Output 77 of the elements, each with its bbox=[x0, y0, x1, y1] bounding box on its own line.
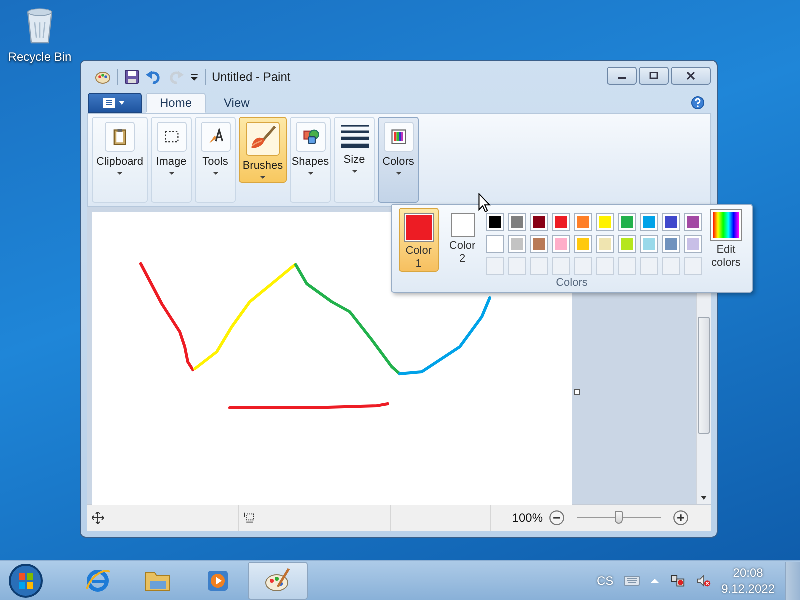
palette-color[interactable] bbox=[552, 213, 570, 231]
zoom-level: 100% bbox=[512, 511, 543, 525]
custom-color-slot[interactable] bbox=[662, 257, 680, 275]
ribbon-group-button[interactable]: Colors bbox=[378, 117, 419, 203]
close-button[interactable] bbox=[671, 67, 711, 85]
palette-color[interactable] bbox=[662, 235, 680, 253]
network-icon[interactable] bbox=[670, 574, 686, 588]
palette-color[interactable] bbox=[552, 235, 570, 253]
palette-color[interactable] bbox=[486, 235, 504, 253]
palette-color[interactable] bbox=[574, 235, 592, 253]
custom-color-slot[interactable] bbox=[552, 257, 570, 275]
color-slot-button[interactable]: Color 1 bbox=[399, 208, 439, 272]
ribbon-tab[interactable]: Home bbox=[146, 93, 206, 113]
shapes-icon bbox=[302, 128, 320, 146]
undo-icon[interactable] bbox=[146, 69, 162, 85]
ribbon-group-button[interactable]: Size bbox=[334, 117, 375, 203]
palette-icon[interactable] bbox=[95, 69, 111, 85]
ribbon-group-button[interactable]: Shapes bbox=[290, 117, 331, 203]
palette-color[interactable] bbox=[508, 235, 526, 253]
resize-handle[interactable] bbox=[574, 389, 580, 395]
custom-color-slot[interactable] bbox=[618, 257, 636, 275]
muted-speaker-icon[interactable] bbox=[696, 574, 712, 588]
ribbon-group-button[interactable]: Tools bbox=[195, 117, 236, 203]
palette-color[interactable] bbox=[530, 213, 548, 231]
app-menu-button[interactable] bbox=[88, 93, 142, 113]
ribbon-tab[interactable]: View bbox=[210, 93, 264, 113]
zoom-out-button[interactable] bbox=[549, 510, 565, 526]
custom-color-slot[interactable] bbox=[684, 257, 702, 275]
minimize-button[interactable] bbox=[607, 67, 637, 85]
window-title: Untitled - Paint bbox=[212, 70, 291, 84]
palette-color[interactable] bbox=[508, 213, 526, 231]
selection-size-icon bbox=[244, 512, 256, 524]
palette-color[interactable] bbox=[684, 213, 702, 231]
palette-color[interactable] bbox=[618, 235, 636, 253]
pencil-text-icon bbox=[206, 128, 224, 146]
taskbar-button[interactable] bbox=[248, 562, 308, 600]
ribbon-group-button[interactable]: Image bbox=[151, 117, 192, 203]
palette-color[interactable] bbox=[618, 213, 636, 231]
help-icon[interactable] bbox=[691, 96, 705, 110]
save-icon[interactable] bbox=[124, 69, 140, 85]
palette-color[interactable] bbox=[596, 213, 614, 231]
palette-color[interactable] bbox=[486, 213, 504, 231]
color-palette-icon bbox=[390, 128, 408, 146]
show-desktop-button[interactable] bbox=[785, 562, 800, 600]
maximize-icon bbox=[649, 72, 659, 80]
custom-color-slot[interactable] bbox=[596, 257, 614, 275]
color-slot-button[interactable]: Color 2 bbox=[442, 208, 482, 272]
palette-color[interactable] bbox=[684, 235, 702, 253]
ribbon-group-button[interactable]: Clipboard bbox=[92, 117, 148, 203]
palette-color[interactable] bbox=[530, 235, 548, 253]
edit-colors-button[interactable]: Edit colors bbox=[706, 208, 746, 275]
custom-color-slot[interactable] bbox=[574, 257, 592, 275]
spectrum-icon bbox=[711, 210, 742, 240]
move-cursor-icon bbox=[92, 512, 104, 524]
custom-color-slot[interactable] bbox=[530, 257, 548, 275]
custom-color-slot[interactable] bbox=[640, 257, 658, 275]
desktop-icon-label[interactable]: Recycle Bin bbox=[8, 50, 72, 64]
group-caption: Colors bbox=[556, 277, 588, 289]
palette-icon bbox=[264, 566, 292, 594]
keyboard-icon[interactable] bbox=[624, 574, 640, 588]
palette-color[interactable] bbox=[640, 213, 658, 231]
palette-color[interactable] bbox=[596, 235, 614, 253]
custom-color-slot[interactable] bbox=[486, 257, 504, 275]
zoom-in-button[interactable] bbox=[673, 510, 689, 526]
custom-color-slot[interactable] bbox=[508, 257, 526, 275]
customize-caret-icon[interactable] bbox=[190, 72, 199, 82]
ribbon-group-button[interactable]: Brushes bbox=[239, 117, 287, 183]
palette-color[interactable] bbox=[640, 235, 658, 253]
zoom-slider[interactable] bbox=[577, 510, 661, 526]
close-icon bbox=[686, 72, 696, 80]
palette-color[interactable] bbox=[574, 213, 592, 231]
maximize-button[interactable] bbox=[639, 67, 669, 85]
show-hidden-icons-icon[interactable] bbox=[650, 578, 660, 584]
palette-color[interactable] bbox=[662, 213, 680, 231]
mouse-pointer-icon bbox=[478, 193, 491, 213]
start-button[interactable] bbox=[8, 562, 44, 598]
clipboard-icon bbox=[111, 128, 129, 146]
